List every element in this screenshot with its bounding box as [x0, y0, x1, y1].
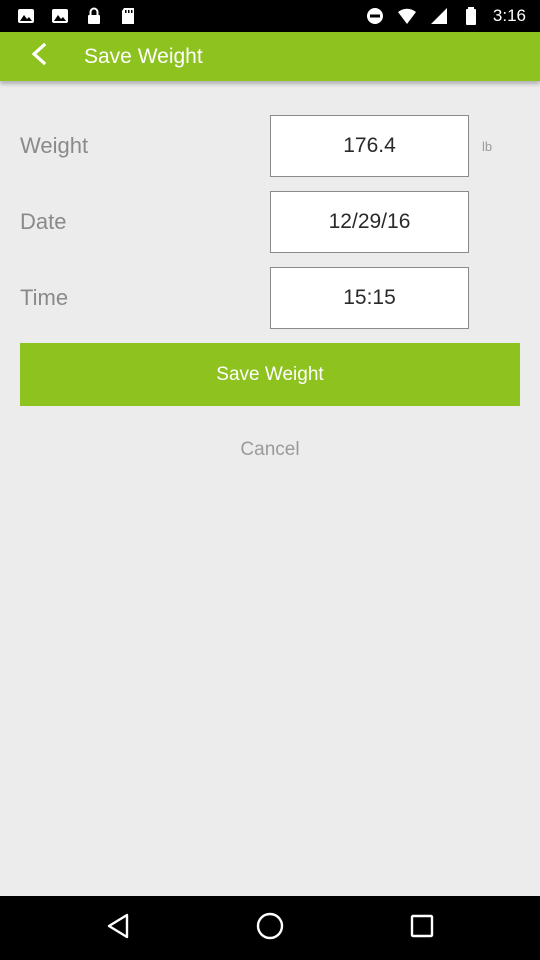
home-circle-icon [254, 910, 286, 947]
photo-icon [50, 6, 70, 26]
time-label: Time [20, 285, 69, 310]
recents-square-icon [408, 912, 436, 945]
signal-icon [429, 6, 449, 26]
page-title: Save Weight [84, 45, 203, 68]
date-field[interactable]: 12/29/16 [270, 191, 469, 253]
back-arrow-icon [28, 42, 52, 71]
time-field[interactable]: 15:15 [270, 267, 469, 329]
navigation-bar [0, 896, 540, 960]
weight-unit-label: lb [482, 139, 493, 154]
status-time: 3:16 [492, 6, 526, 25]
cancel-button[interactable]: Cancel [20, 432, 520, 468]
nav-recents-button[interactable] [404, 910, 440, 946]
back-button[interactable] [10, 32, 70, 81]
notification-icons [16, 6, 138, 26]
nav-home-button[interactable] [252, 910, 288, 946]
weight-label: Weight [20, 133, 89, 158]
battery-icon [461, 6, 481, 26]
save-weight-button[interactable]: Save Weight [20, 343, 520, 406]
wifi-icon [397, 6, 417, 26]
date-label: Date [20, 209, 67, 234]
weight-input[interactable]: 176.4 [270, 115, 469, 177]
app-bar: Save Weight [0, 32, 540, 81]
status-bar: 3:16 [0, 0, 540, 32]
sd-card-icon [118, 6, 138, 26]
do-not-disturb-icon [365, 6, 385, 26]
system-icons: 3:16 [365, 6, 526, 26]
image-icon [16, 6, 36, 26]
lock-icon [84, 6, 104, 26]
nav-back-button[interactable] [100, 910, 136, 946]
back-triangle-icon [103, 911, 133, 946]
